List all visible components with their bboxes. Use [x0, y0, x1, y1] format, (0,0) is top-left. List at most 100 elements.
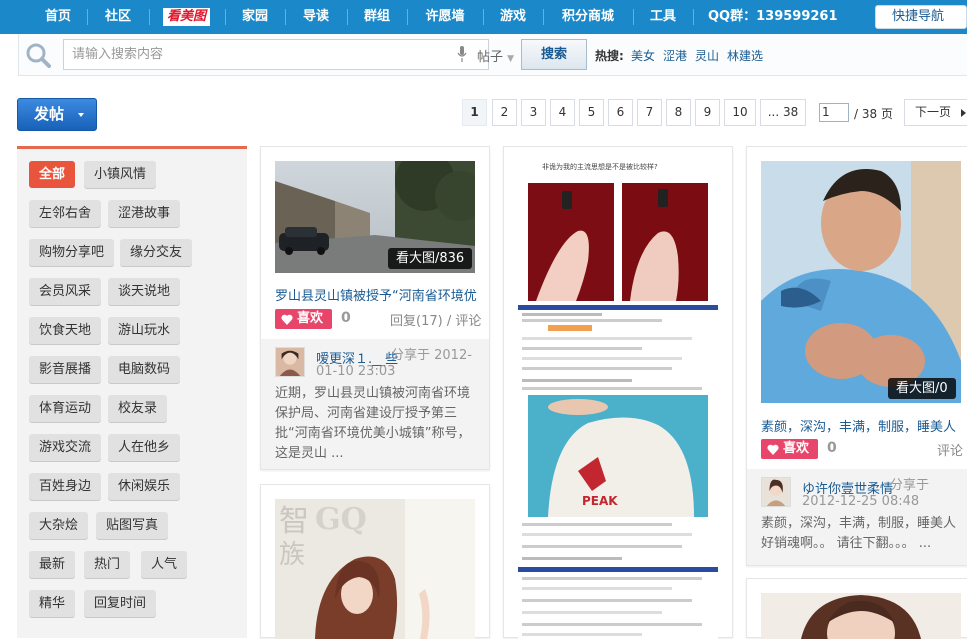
card-share-section: 嗳更深１.__些 分享于 2012-01-10 23:03 近期，罗山县灵山镇被…: [261, 339, 489, 469]
avatar[interactable]: [761, 477, 791, 507]
page-link[interactable]: 8: [666, 99, 691, 126]
next-page-button[interactable]: 下一页: [904, 99, 967, 126]
category-tag[interactable]: 校友录: [108, 395, 168, 422]
category-tag[interactable]: 缘分交友: [120, 239, 193, 266]
nav-wish-wall[interactable]: 许愿墙: [408, 0, 482, 34]
quick-nav-button[interactable]: 快捷导航: [875, 5, 967, 29]
category-tag[interactable]: 游戏交流: [29, 434, 102, 461]
nav-games[interactable]: 游戏: [484, 0, 542, 34]
arrow-right-icon: [961, 109, 966, 117]
nav-guide[interactable]: 导读: [286, 0, 346, 34]
post-description: 素颜，深沟，丰满，制服，睡美人 好销魂啊。。 请往下翻。。。 ...: [761, 516, 957, 551]
post-button[interactable]: 发帖: [17, 98, 97, 131]
svg-text:智: 智: [279, 504, 309, 539]
like-label: 喜欢: [783, 441, 810, 456]
post-card: 看大图/0 素颜，深沟，丰满，制服，睡美人 喜欢 0 评论 ゆ许你壹世柔情 分享…: [746, 146, 967, 566]
page-link[interactable]: 3: [521, 99, 546, 126]
page-link[interactable]: 5: [579, 99, 604, 126]
page-jump-input[interactable]: 1: [819, 103, 849, 122]
microphone-icon[interactable]: [457, 46, 467, 62]
category-tag[interactable]: 左邻右舍: [29, 200, 102, 227]
like-label: 喜欢: [297, 311, 324, 326]
nav-divider: [149, 9, 150, 25]
avatar[interactable]: [275, 347, 305, 377]
post-photo[interactable]: [761, 161, 961, 403]
category-tag[interactable]: 人在他乡: [108, 434, 181, 461]
hot-keyword[interactable]: 林建选: [727, 47, 763, 64]
category-tag[interactable]: 电脑数码: [108, 356, 181, 383]
hot-keyword[interactable]: 美女: [631, 47, 655, 64]
search-input[interactable]: 请输入搜索内容: [63, 39, 489, 70]
filter-popular[interactable]: 人气: [141, 551, 188, 578]
page-link[interactable]: 7: [637, 99, 662, 126]
nav-divider: [693, 9, 694, 25]
reply-count[interactable]: 回复(17) / 评论: [390, 310, 481, 329]
nav-pictures[interactable]: 看美图: [163, 8, 211, 26]
filter-featured[interactable]: 精华: [29, 590, 76, 617]
nav-home-garden[interactable]: 家园: [226, 0, 284, 34]
page-link[interactable]: 6: [608, 99, 633, 126]
category-tag[interactable]: 小镇风情: [84, 161, 157, 188]
category-tag[interactable]: 购物分享吧: [29, 239, 115, 266]
page-link-current[interactable]: 1: [462, 99, 487, 126]
hot-keyword[interactable]: 灵山: [695, 47, 719, 64]
category-tag[interactable]: 贴图写真: [96, 512, 169, 539]
heart-icon: [767, 444, 779, 455]
like-button[interactable]: 喜欢: [761, 439, 818, 459]
nav-tools[interactable]: 工具: [634, 0, 692, 34]
next-page-label: 下一页: [915, 105, 952, 119]
page-link[interactable]: 4: [550, 99, 575, 126]
post-title-link[interactable]: 罗山县灵山镇被授予“河南省环境优美: [275, 285, 477, 304]
hot-keyword[interactable]: 涩港: [663, 47, 687, 64]
search-type-label: 帖子: [477, 50, 504, 65]
category-tag[interactable]: 谈天说地: [108, 278, 181, 305]
category-tag[interactable]: 体育运动: [29, 395, 102, 422]
post-photo[interactable]: 智 GQ 族: [275, 499, 475, 639]
view-large-image-label[interactable]: 看大图/0: [888, 378, 956, 399]
post-card: 非诡为我的主流思想是不是被比较样? PEAK: [503, 146, 733, 639]
search-button[interactable]: 搜索: [521, 39, 587, 70]
category-tag[interactable]: 饮食天地: [29, 317, 102, 344]
search-icon: [26, 43, 51, 68]
nav-community[interactable]: 社区: [88, 0, 148, 34]
post-button-label: 发帖: [34, 105, 65, 123]
page-total: / 38 页: [854, 107, 893, 121]
category-tag[interactable]: 会员风采: [29, 278, 102, 305]
post-description: 近期，罗山县灵山镇被河南省环境保护局、河南省建设厅授予第三批“河南省环境优美小城…: [275, 386, 471, 461]
category-tag[interactable]: 涩港故事: [108, 200, 181, 227]
card-share-section: ゆ许你壹世柔情 分享于 2012-12-25 08:48 素颜，深沟，丰满，制服…: [747, 469, 967, 565]
category-tag[interactable]: 游山玩水: [108, 317, 181, 344]
top-nav: 首页 社区 看美图 家园 导读 群组 许愿墙 游戏 积分商城 工具 QQ群：13…: [0, 0, 967, 34]
view-large-image-label[interactable]: 看大图/836: [388, 248, 473, 269]
heart-icon: [281, 314, 293, 325]
svg-text:族: 族: [279, 540, 305, 570]
qq-group: QQ群：139599261: [708, 9, 838, 24]
post-photo[interactable]: 非诡为我的主流思想是不是被比较样? PEAK: [518, 161, 718, 639]
comment-link[interactable]: 评论: [937, 440, 963, 459]
svg-text:GQ: GQ: [315, 502, 367, 537]
nav-home[interactable]: 首页: [30, 0, 86, 34]
tag-all[interactable]: 全部: [29, 161, 76, 188]
page-link[interactable]: 10: [724, 99, 756, 126]
filter-reply-time[interactable]: 回复时间: [84, 590, 157, 617]
category-tag[interactable]: 大杂烩: [29, 512, 89, 539]
search-type-select[interactable]: 帖子 ▼: [477, 46, 514, 65]
filter-hot[interactable]: 热门: [84, 551, 131, 578]
page-link-last[interactable]: ... 38: [760, 99, 806, 126]
nav-groups[interactable]: 群组: [348, 0, 406, 34]
category-tag[interactable]: 影音展播: [29, 356, 102, 383]
like-button[interactable]: 喜欢: [275, 309, 332, 329]
post-title-link[interactable]: 素颜，深沟，丰满，制服，睡美人: [761, 416, 961, 435]
post-card: 看大图/836 罗山县灵山镇被授予“河南省环境优美 喜欢 0 回复(17) / …: [260, 146, 490, 470]
page-link[interactable]: 9: [695, 99, 720, 126]
caret-down-icon: [78, 113, 84, 117]
category-tag[interactable]: 休闲娱乐: [108, 473, 181, 500]
like-count: 0: [827, 440, 837, 456]
post-card: 智 GQ 族: [260, 484, 490, 639]
post-photo[interactable]: [761, 593, 961, 639]
page-link[interactable]: 2: [492, 99, 517, 126]
share-time: 分享于 2012-01-10 23:03: [316, 348, 472, 379]
filter-latest[interactable]: 最新: [29, 551, 76, 578]
category-tag[interactable]: 百姓身边: [29, 473, 102, 500]
nav-points-mall[interactable]: 积分商城: [544, 0, 632, 34]
